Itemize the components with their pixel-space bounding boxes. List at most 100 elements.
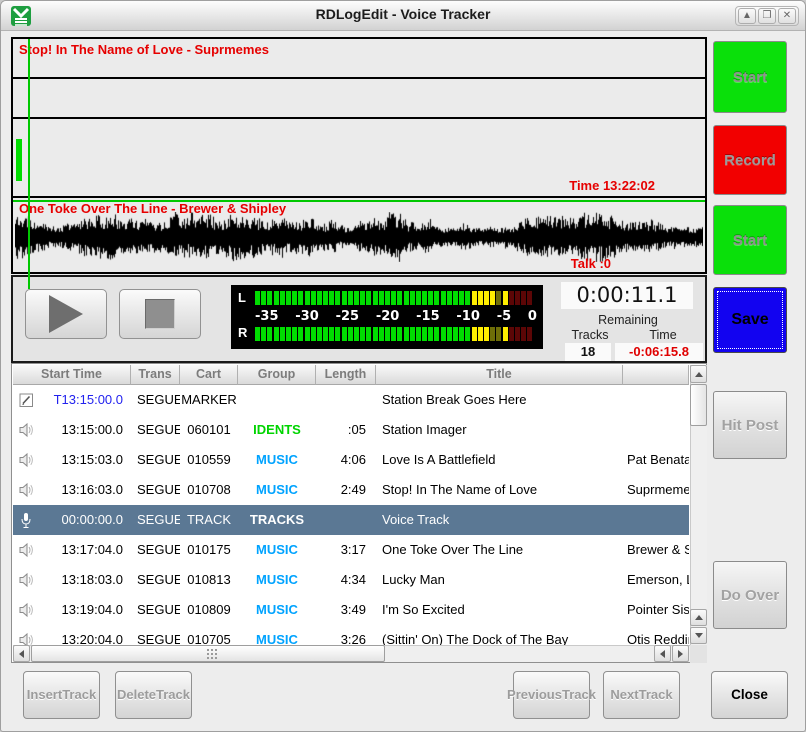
meter-segment — [404, 327, 409, 341]
row-trans: SEGUE — [131, 415, 180, 445]
meter-segment — [354, 291, 359, 305]
row-cart: 010813 — [180, 565, 238, 595]
log-row[interactable]: 13:18:03.0SEGUE010813MUSIC4:34Lucky ManE… — [13, 565, 689, 595]
column-header-artist[interactable] — [623, 365, 689, 385]
meter-scale-tick: -5 — [497, 309, 511, 324]
log-row[interactable]: 13:15:03.0SEGUE010559MUSIC4:06Love Is A … — [13, 445, 689, 475]
log-table: Start TimeTransCartGroupLengthTitle T13:… — [11, 363, 707, 663]
log-row[interactable]: 13:20:04.0SEGUE010705MUSIC3:26(Sittin' O… — [13, 625, 689, 645]
remaining-time-value: -0:06:15.8 — [615, 343, 703, 361]
row-artist: Emerson, Lake & Palmer — [623, 565, 689, 595]
scroll-left-button[interactable] — [13, 645, 30, 662]
row-cart: TRACK — [180, 505, 238, 535]
row-cart: MARKER — [180, 385, 238, 415]
meter-segment — [515, 291, 520, 305]
shade-window-icon[interactable]: ▲ — [738, 8, 756, 24]
meter-segment — [410, 291, 415, 305]
save-button[interactable]: Save — [713, 287, 787, 353]
meter-segment — [280, 327, 285, 341]
row-trans: SEGUE — [131, 565, 180, 595]
row-artist — [623, 385, 689, 415]
do-over-button[interactable]: Do Over — [713, 561, 787, 629]
close-window-icon[interactable]: ✕ — [778, 8, 796, 24]
voicetrack-waveform[interactable]: Time 13:22:02 — [11, 117, 707, 198]
column-header-title[interactable]: Title — [376, 365, 623, 385]
previous-track-button[interactable]: PreviousTrack — [513, 671, 590, 719]
row-artist: Pat Benatar — [623, 445, 689, 475]
button-label-line: Track — [639, 687, 673, 703]
row-length: 3:17 — [316, 535, 376, 565]
log-table-header: Start TimeTransCartGroupLengthTitle — [13, 365, 689, 385]
time-label: Time 13:22:02 — [569, 178, 655, 193]
column-header-cart[interactable]: Cart — [180, 365, 238, 385]
play-button[interactable] — [25, 289, 107, 339]
log-row[interactable]: 00:00:00.0SEGUETRACKTRACKSVoice Track — [13, 505, 689, 535]
record-button[interactable]: Record — [713, 125, 787, 195]
speaker-icon — [18, 452, 35, 468]
meter-segment — [441, 291, 446, 305]
hit-post-button[interactable]: Hit Post — [713, 391, 787, 459]
log-row[interactable]: 13:19:04.0SEGUE010809MUSIC3:49I'm So Exc… — [13, 595, 689, 625]
track1-waveform-left[interactable]: Stop! In The Name of Love - Suprmemes — [11, 37, 707, 79]
column-header-trans[interactable]: Trans — [131, 365, 180, 385]
column-header-length[interactable]: Length — [316, 365, 376, 385]
track2-audio-waveform — [15, 212, 703, 262]
meter-segment — [416, 291, 421, 305]
elapsed-timer: 0:00:11.1 — [561, 282, 693, 309]
delete-track-button[interactable]: DeleteTrack — [115, 671, 192, 719]
maximize-window-icon[interactable]: ❒ — [758, 8, 776, 24]
track1-waveform-right[interactable] — [11, 77, 707, 119]
meter-segment — [434, 327, 439, 341]
meter-segment — [509, 291, 514, 305]
scroll-up-button[interactable] — [690, 365, 707, 383]
title-bar[interactable]: RDLogEdit - Voice Tracker ▲ ❒ ✕ — [1, 1, 805, 31]
meter-segment — [453, 291, 458, 305]
grip-dots-icon — [207, 653, 209, 655]
scroll-left2-button[interactable] — [654, 645, 671, 662]
column-header-group[interactable]: Group — [238, 365, 316, 385]
scroll-right-button[interactable] — [672, 645, 689, 662]
log-row[interactable]: T13:15:00.0SEGUEMARKERStation Break Goes… — [13, 385, 689, 415]
transport-panel: L -35-30-25-20-15-10-50 R 0:00:11.1 Rema… — [11, 275, 707, 363]
meter-segment — [503, 291, 508, 305]
meter-segment — [255, 291, 260, 305]
stop-button[interactable] — [119, 289, 201, 339]
close-button[interactable]: Close — [711, 671, 788, 719]
row-type-icon — [13, 625, 39, 645]
start-track1-button[interactable]: Start — [713, 41, 787, 113]
meter-scale: -35-30-25-20-15-10-50 — [255, 309, 537, 324]
row-length: :05 — [316, 415, 376, 445]
row-group: MUSIC — [238, 475, 316, 505]
scroll-down-button[interactable] — [690, 627, 707, 644]
column-header-start-time[interactable]: Start Time — [13, 365, 131, 385]
meter-segment — [298, 327, 303, 341]
meter-segment — [274, 291, 279, 305]
record-level-bar — [16, 139, 22, 181]
log-row[interactable]: 13:17:04.0SEGUE010175MUSIC3:17One Toke O… — [13, 535, 689, 565]
meter-segment — [298, 291, 303, 305]
meter-segment — [515, 327, 520, 341]
row-artist: Otis Redding — [623, 625, 689, 645]
horizontal-scroll-thumb[interactable] — [31, 645, 385, 662]
meter-segment — [305, 291, 310, 305]
start-track2-button[interactable]: Start — [713, 205, 787, 275]
next-track-button[interactable]: NextTrack — [603, 671, 680, 719]
meter-segment — [428, 327, 433, 341]
vertical-scroll-thumb[interactable] — [690, 384, 707, 426]
arrow-left-icon — [19, 650, 24, 658]
arrow-down-icon — [695, 633, 703, 638]
row-type-icon — [13, 535, 39, 565]
meter-scale-tick: -35 — [255, 309, 279, 324]
track2-waveform[interactable]: One Toke Over The Line - Brewer & Shiple… — [11, 196, 707, 274]
log-row[interactable]: 13:16:03.0SEGUE010708MUSIC2:49Stop! In T… — [13, 475, 689, 505]
meter-segment — [509, 327, 514, 341]
row-artist: Brewer & Shipley — [623, 535, 689, 565]
log-row[interactable]: 13:15:00.0SEGUE060101IDENTS:05Station Im… — [13, 415, 689, 445]
meter-segment — [329, 327, 334, 341]
insert-track-button[interactable]: InsertTrack — [23, 671, 100, 719]
meter-scale-tick: -20 — [376, 309, 400, 324]
scroll-up2-button[interactable] — [690, 609, 707, 626]
remaining-time-label: Time — [625, 328, 701, 342]
meter-segment — [311, 291, 316, 305]
row-start: 13:15:03.0 — [39, 445, 131, 475]
